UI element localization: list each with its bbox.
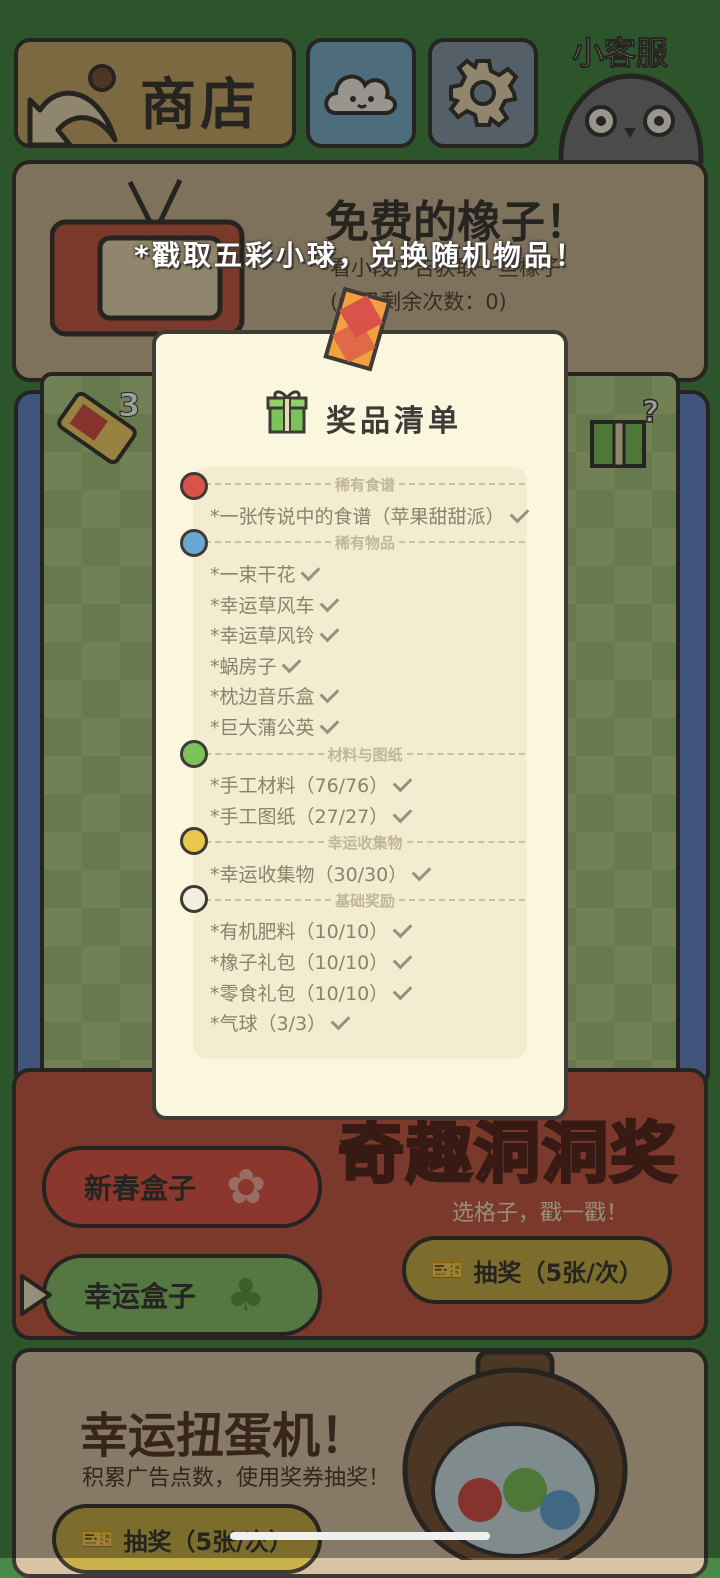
prize-item: *幸运收集物（30/30）	[210, 860, 432, 887]
prize-item: *一束干花	[210, 560, 320, 587]
prize-item: *幸运草风车	[210, 591, 339, 618]
green-ball-icon	[180, 740, 208, 768]
prize-list-title: 奖品清单	[326, 404, 462, 439]
section-title: 稀有食谱	[335, 475, 396, 494]
section-header: 幸运收集物	[205, 832, 526, 852]
prize-item: *气球（3/3）	[210, 1009, 351, 1036]
white-ball-icon	[180, 885, 208, 913]
check-icon	[330, 1010, 351, 1031]
section-header: 基础奖励	[205, 890, 526, 910]
prize-item: *巨大蒲公英	[210, 713, 339, 740]
check-icon	[392, 980, 413, 1001]
check-icon	[319, 714, 339, 735]
check-icon	[392, 772, 413, 793]
check-icon	[392, 918, 413, 939]
prize-item: *手工图纸（27/27）	[210, 802, 413, 829]
red-ball-icon	[180, 472, 208, 500]
prize-item: *橡子礼包（10/10）	[210, 948, 413, 975]
prize-item: *蜗房子	[210, 652, 301, 679]
check-icon	[319, 622, 339, 643]
home-indicator[interactable]	[230, 1532, 490, 1540]
check-icon	[319, 592, 339, 613]
check-icon	[319, 683, 339, 704]
section-header: 稀有食谱	[205, 474, 526, 494]
section-title: 基础奖励	[335, 891, 396, 910]
section-header: 稀有物品	[205, 532, 526, 552]
prize-item: *一张传说中的食谱（苹果甜甜派）	[210, 502, 529, 529]
prize-item: *零食礼包（10/10）	[210, 979, 413, 1006]
section-header: 材料与图纸	[205, 744, 526, 764]
section-title: 幸运收集物	[327, 833, 403, 852]
hint-text: *戳取五彩小球，兑换随机物品！	[134, 239, 586, 272]
blue-ball-icon	[180, 529, 208, 557]
check-icon	[509, 503, 529, 524]
prize-item: *有机肥料（10/10）	[210, 917, 413, 944]
prize-item: *幸运草风铃	[210, 621, 339, 648]
check-icon	[300, 561, 320, 582]
section-title: 稀有物品	[335, 533, 396, 552]
prize-item: *手工材料（76/76）	[210, 771, 413, 798]
check-icon	[392, 803, 413, 824]
gift-icon	[266, 388, 308, 434]
yellow-ball-icon	[180, 827, 208, 855]
section-title: 材料与图纸	[327, 745, 403, 764]
check-icon	[281, 653, 301, 674]
check-icon	[392, 949, 413, 970]
prize-item: *枕边音乐盒	[210, 682, 339, 709]
paper-tag-icon	[322, 286, 392, 376]
check-icon	[411, 861, 432, 882]
